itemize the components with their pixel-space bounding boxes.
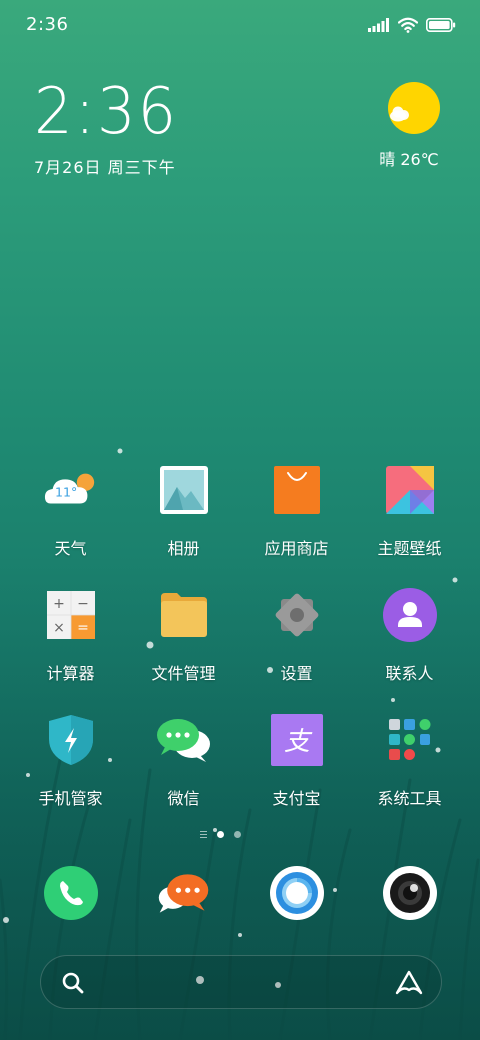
app-row: 11° 天气 相册 应用商店 主题壁纸 <box>14 462 466 587</box>
clock-widget[interactable]: 2:36 7月26日 周三下午 <box>34 80 186 178</box>
app-label: 文件管理 <box>151 664 216 683</box>
app-label: 微信 <box>167 789 200 808</box>
app-calculator[interactable]: + − × = 计算器 <box>14 587 127 712</box>
app-system-tools[interactable]: 系统工具 <box>353 712 466 837</box>
page-dot <box>234 831 241 838</box>
app-label: 支付宝 <box>272 789 321 808</box>
svg-text:+: + <box>53 596 65 612</box>
dock-camera[interactable] <box>353 865 466 925</box>
assistant-icon[interactable] <box>395 970 423 996</box>
svg-text:=: = <box>77 620 89 636</box>
app-row: 手机管家 微信 支 支付宝 系统工具 <box>14 712 466 837</box>
app-label: 主题壁纸 <box>377 539 442 558</box>
messages-icon <box>156 865 212 921</box>
weather-widget[interactable]: 晴 26℃ <box>379 82 444 170</box>
browser-icon <box>269 865 325 921</box>
dock <box>14 865 466 925</box>
page-indicator[interactable] <box>200 831 241 838</box>
battery-icon <box>426 18 456 32</box>
status-bar: 2:36 <box>0 0 480 50</box>
folder-icon <box>156 587 212 643</box>
wifi-icon <box>398 17 418 33</box>
app-label: 天气 <box>54 539 87 558</box>
app-settings[interactable]: 设置 <box>240 587 353 712</box>
app-contacts[interactable]: 联系人 <box>353 587 466 712</box>
settings-icon <box>269 587 325 643</box>
app-wechat[interactable]: 微信 <box>127 712 240 837</box>
app-label: 应用商店 <box>264 539 329 558</box>
dock-browser[interactable] <box>240 865 353 925</box>
app-row: + − × = 计算器 文件管理 设置 联系人 <box>14 587 466 712</box>
big-clock-time: 2:36 <box>34 75 179 149</box>
phone-icon <box>43 865 99 921</box>
app-label: 手机管家 <box>38 789 103 808</box>
contacts-icon <box>382 587 438 643</box>
search-icon[interactable] <box>61 971 85 995</box>
page-dot-active <box>217 831 224 838</box>
app-weather[interactable]: 11° 天气 <box>14 462 127 587</box>
app-app-store[interactable]: 应用商店 <box>240 462 353 587</box>
status-icons <box>368 15 456 35</box>
app-themes[interactable]: 主题壁纸 <box>353 462 466 587</box>
home-menu-icon <box>200 831 207 838</box>
system-tools-folder-icon <box>382 712 438 768</box>
svg-text:11°: 11° <box>55 485 77 500</box>
sun-with-cloud-icon <box>388 82 440 134</box>
status-time: 2:36 <box>26 14 69 35</box>
app-label: 计算器 <box>46 664 95 683</box>
app-grid: 11° 天气 相册 应用商店 主题壁纸 + − × = 计算器 文件管理 设置 … <box>14 462 466 837</box>
alipay-icon: 支 <box>269 712 325 768</box>
svg-text:×: × <box>53 620 65 636</box>
app-label: 系统工具 <box>377 789 442 808</box>
gallery-icon <box>156 462 212 518</box>
calculator-icon: + − × = <box>43 587 99 643</box>
app-file-manager[interactable]: 文件管理 <box>127 587 240 712</box>
date-text: 7月26日 周三下午 <box>34 158 176 177</box>
search-bar[interactable] <box>40 955 442 1009</box>
signal-bars-icon <box>368 18 389 32</box>
dock-phone[interactable] <box>14 865 127 925</box>
app-label: 设置 <box>280 664 313 683</box>
weather-icon: 11° <box>43 462 99 518</box>
themes-icon <box>382 462 438 518</box>
wechat-icon <box>156 712 212 768</box>
app-label: 联系人 <box>385 664 434 683</box>
app-security[interactable]: 手机管家 <box>14 712 127 837</box>
app-alipay[interactable]: 支 支付宝 <box>240 712 353 837</box>
weather-text: 晴 26℃ <box>379 150 439 169</box>
app-gallery[interactable]: 相册 <box>127 462 240 587</box>
camera-icon <box>382 865 438 921</box>
svg-text:−: − <box>77 596 89 612</box>
security-shield-icon <box>43 712 99 768</box>
app-store-icon <box>269 462 325 518</box>
dock-messages[interactable] <box>127 865 240 925</box>
app-label: 相册 <box>167 539 200 558</box>
svg-text:支: 支 <box>283 727 312 757</box>
